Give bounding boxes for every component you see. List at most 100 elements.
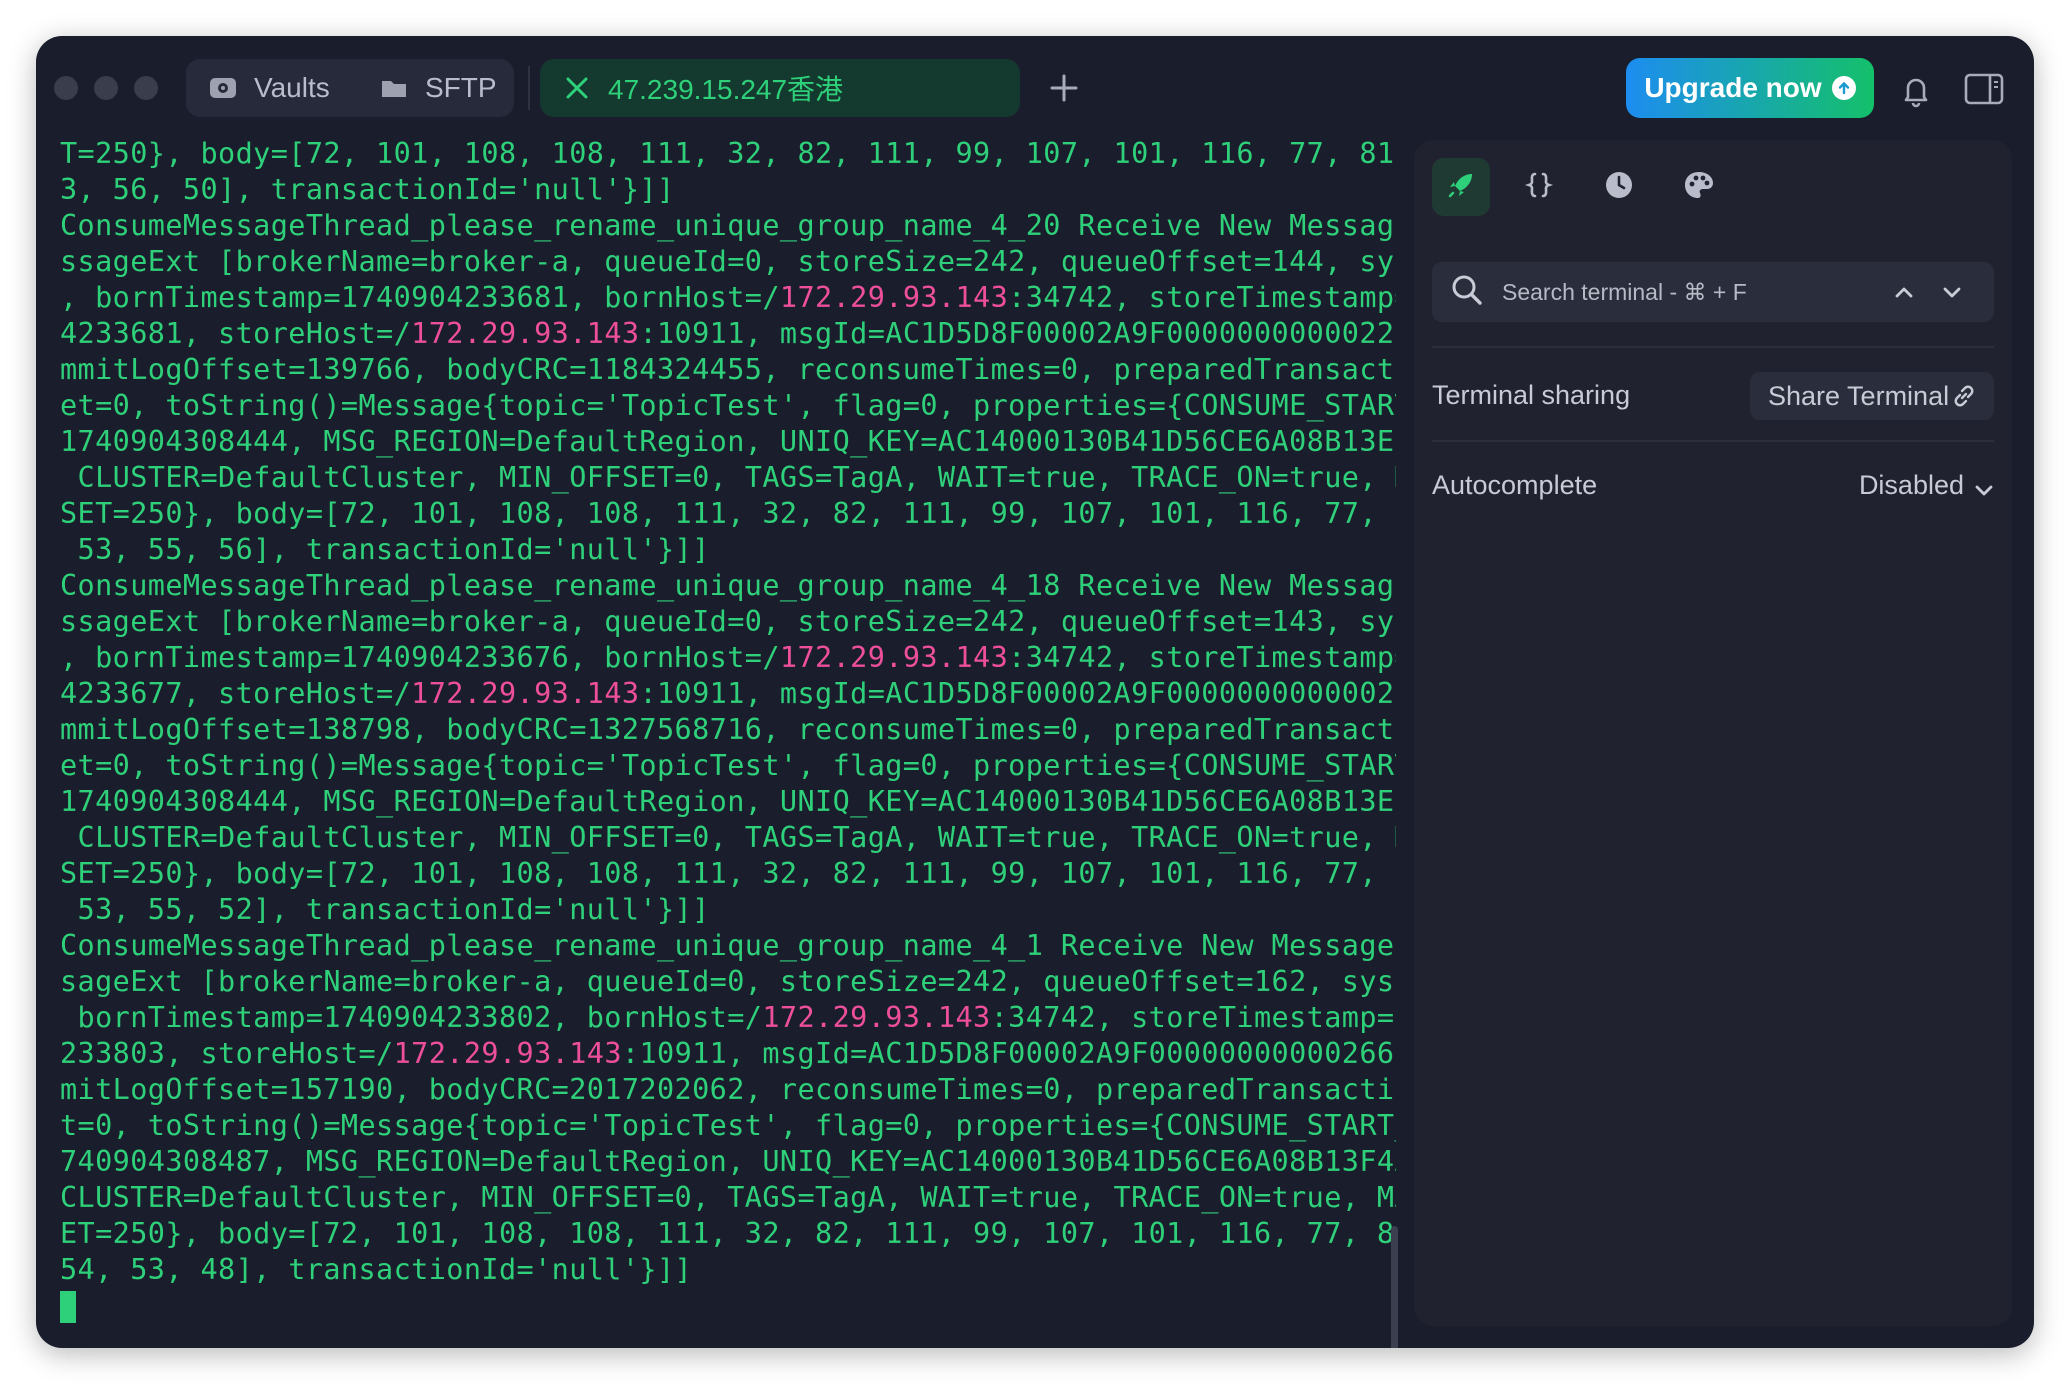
upgrade-label: Upgrade now <box>1644 72 1822 103</box>
tab-sftp[interactable]: SFTP <box>357 59 514 117</box>
title-bar: Vaults SFTP 47.239.15.247香港 Upgrade now <box>36 36 2034 144</box>
terminal-line: mmitLogOffset=138798, bodyCRC=1327568716… <box>60 712 1396 748</box>
autocomplete-select[interactable]: Disabled <box>1859 470 1994 501</box>
terminal-text: SET=250}, body=[72, 101, 108, 108, 111, … <box>60 857 1396 890</box>
terminal-text: 1740904308444, MSG_REGION=DefaultRegion,… <box>60 425 1396 458</box>
terminal-text: , bornTimestamp=1740904233676, bornHost=… <box>60 641 780 674</box>
chevron-up-icon[interactable] <box>1888 276 1920 308</box>
terminal-scrollbar[interactable] <box>1391 1226 1398 1348</box>
terminal-text: :34742, storeTimestamp=174090 <box>1008 641 1396 674</box>
terminal-text: :10911, msgId=AC1D5D8F00002A9F0000000000… <box>639 317 1396 350</box>
terminal-text: 54, 53, 48], transactionId='null'}]] <box>60 1253 693 1286</box>
terminal-text: ssageExt [brokerName=broker-a, queueId=0… <box>60 245 1396 278</box>
terminal-text: mmitLogOffset=138798, bodyCRC=1327568716… <box>60 713 1396 746</box>
terminal-text: ConsumeMessageThread_please_rename_uniqu… <box>60 569 1396 602</box>
close-icon[interactable] <box>562 73 592 103</box>
tab-label: 47.239.15.247香港 <box>608 74 844 105</box>
chevron-down-icon[interactable] <box>1936 276 1968 308</box>
terminal-line: SET=250}, body=[72, 101, 108, 108, 111, … <box>60 496 1396 532</box>
terminal-text: 53, 55, 52], transactionId='null'}]] <box>60 893 710 926</box>
terminal-text: ConsumeMessageThread_please_rename_uniqu… <box>60 929 1396 962</box>
terminal-line: ConsumeMessageThread_please_rename_uniqu… <box>60 208 1396 244</box>
terminal-text: et=0, toString()=Message{topic='TopicTes… <box>60 749 1396 782</box>
terminal-line: et=0, toString()=Message{topic='TopicTes… <box>60 748 1396 784</box>
ip-address: 172.29.93.143 <box>779 281 1009 314</box>
panel-toggle-icon[interactable] <box>1964 72 2004 106</box>
search-icon <box>1450 273 1484 312</box>
terminal-text: 233803, storeHost=/ <box>60 1037 394 1070</box>
share-terminal-label: Share Terminal <box>1768 380 1950 411</box>
tab-vaults[interactable]: Vaults <box>186 59 382 117</box>
upgrade-button[interactable]: Upgrade now <box>1626 58 1874 118</box>
terminal-line: CLUSTER=DefaultCluster, MIN_OFFSET=0, TA… <box>60 1180 1396 1216</box>
braces-icon <box>1524 170 1554 205</box>
theme-tool-button[interactable] <box>1670 158 1728 216</box>
terminal-text: T=250}, body=[72, 101, 108, 108, 111, 32… <box>60 137 1396 170</box>
terminal-sharing-label: Terminal sharing <box>1432 380 1631 410</box>
chevron-down-icon <box>1974 476 1994 496</box>
plus-icon[interactable] <box>1042 66 1086 110</box>
terminal-line: , bornTimestamp=1740904233676, bornHost=… <box>60 640 1396 676</box>
tab-label: Vaults <box>254 72 330 103</box>
terminal-text: sageExt [brokerName=broker-a, queueId=0,… <box>60 965 1396 998</box>
ip-address: 172.29.93.143 <box>779 641 1009 674</box>
history-tool-button[interactable] <box>1590 158 1648 216</box>
terminal-text: 1740904308444, MSG_REGION=DefaultRegion,… <box>60 785 1396 818</box>
window-minimize-dot[interactable] <box>94 76 118 100</box>
app-window: Vaults SFTP 47.239.15.247香港 Upgrade now <box>36 36 2034 1348</box>
terminal-output[interactable]: T=250}, body=[72, 101, 108, 108, 111, 32… <box>60 136 1396 1336</box>
terminal-text: 3, 56, 50], transactionId='null'}]] <box>60 173 675 206</box>
ip-address: 172.29.93.143 <box>762 1001 991 1034</box>
terminal-line: , bornTimestamp=1740904233681, bornHost=… <box>60 280 1396 316</box>
snippets-tool-button[interactable] <box>1432 158 1490 216</box>
ip-address: 172.29.93.143 <box>411 317 640 350</box>
share-terminal-button[interactable]: Share Terminal <box>1750 372 1994 420</box>
terminal-line: ssageExt [brokerName=broker-a, queueId=0… <box>60 604 1396 640</box>
braces-tool-button[interactable] <box>1510 158 1568 216</box>
palette-icon <box>1682 169 1716 206</box>
terminal-line: 53, 55, 56], transactionId='null'}]] <box>60 532 1396 568</box>
terminal-line: t=0, toString()=Message{topic='TopicTest… <box>60 1108 1396 1144</box>
terminal-text: :10911, msgId=AC1D5D8F00002A9F0000000000… <box>639 677 1396 710</box>
tab-separator <box>528 66 530 110</box>
terminal-line: SET=250}, body=[72, 101, 108, 108, 111, … <box>60 856 1396 892</box>
terminal-text: ET=250}, body=[72, 101, 108, 108, 111, 3… <box>60 1217 1396 1250</box>
terminal-line: ConsumeMessageThread_please_rename_uniqu… <box>60 928 1396 964</box>
window-maximize-dot[interactable] <box>134 76 158 100</box>
terminal-line: 53, 55, 52], transactionId='null'}]] <box>60 892 1396 928</box>
terminal-line: 1740904308444, MSG_REGION=DefaultRegion,… <box>60 424 1396 460</box>
terminal-line: CLUSTER=DefaultCluster, MIN_OFFSET=0, TA… <box>60 820 1396 856</box>
vault-icon <box>208 73 238 103</box>
terminal-line: sageExt [brokerName=broker-a, queueId=0,… <box>60 964 1396 1000</box>
autocomplete-value: Disabled <box>1858 470 1964 500</box>
terminal-line: 233803, storeHost=/172.29.93.143:10911, … <box>60 1036 1396 1072</box>
terminal-line: CLUSTER=DefaultCluster, MIN_OFFSET=0, TA… <box>60 460 1396 496</box>
side-panel: Terminal sharing Share Terminal Autocomp… <box>1414 140 2012 1326</box>
terminal-line: mitLogOffset=157190, bodyCRC=2017202062,… <box>60 1072 1396 1108</box>
search-input[interactable] <box>1502 278 1862 306</box>
terminal-line: 3, 56, 50], transactionId='null'}]] <box>60 172 1396 208</box>
tab-host-active[interactable]: 47.239.15.247香港 <box>540 59 1020 117</box>
terminal-text: 740904308487, MSG_REGION=DefaultRegion, … <box>60 1145 1396 1178</box>
divider <box>1432 440 1994 442</box>
terminal-text: CLUSTER=DefaultCluster, MIN_OFFSET=0, TA… <box>60 821 1396 854</box>
terminal-text: SET=250}, body=[72, 101, 108, 108, 111, … <box>60 497 1396 530</box>
terminal-line: ET=250}, body=[72, 101, 108, 108, 111, 3… <box>60 1216 1396 1252</box>
bell-icon[interactable] <box>1896 70 1936 110</box>
tab-label: SFTP <box>425 72 497 103</box>
terminal-line: 54, 53, 48], transactionId='null'}]] <box>60 1252 1396 1288</box>
terminal-line: 1740904308444, MSG_REGION=DefaultRegion,… <box>60 784 1396 820</box>
terminal-text: :34742, storeTimestamp=1740904 <box>990 1001 1396 1034</box>
terminal-search[interactable] <box>1432 262 1994 322</box>
terminal-text: CLUSTER=DefaultCluster, MIN_OFFSET=0, TA… <box>60 1181 1396 1214</box>
terminal-text: ConsumeMessageThread_please_rename_uniqu… <box>60 209 1396 242</box>
terminal-line: 740904308487, MSG_REGION=DefaultRegion, … <box>60 1144 1396 1180</box>
terminal-text: 4233681, storeHost=/ <box>60 317 412 350</box>
terminal-text: mitLogOffset=157190, bodyCRC=2017202062,… <box>60 1073 1396 1106</box>
terminal-prompt-line <box>60 1288 1396 1324</box>
terminal-line: T=250}, body=[72, 101, 108, 108, 111, 32… <box>60 136 1396 172</box>
terminal-text: mmitLogOffset=139766, bodyCRC=1184324455… <box>60 353 1396 386</box>
terminal-text: CLUSTER=DefaultCluster, MIN_OFFSET=0, TA… <box>60 461 1396 494</box>
terminal-text: t=0, toString()=Message{topic='TopicTest… <box>60 1109 1396 1142</box>
window-close-dot[interactable] <box>54 76 78 100</box>
